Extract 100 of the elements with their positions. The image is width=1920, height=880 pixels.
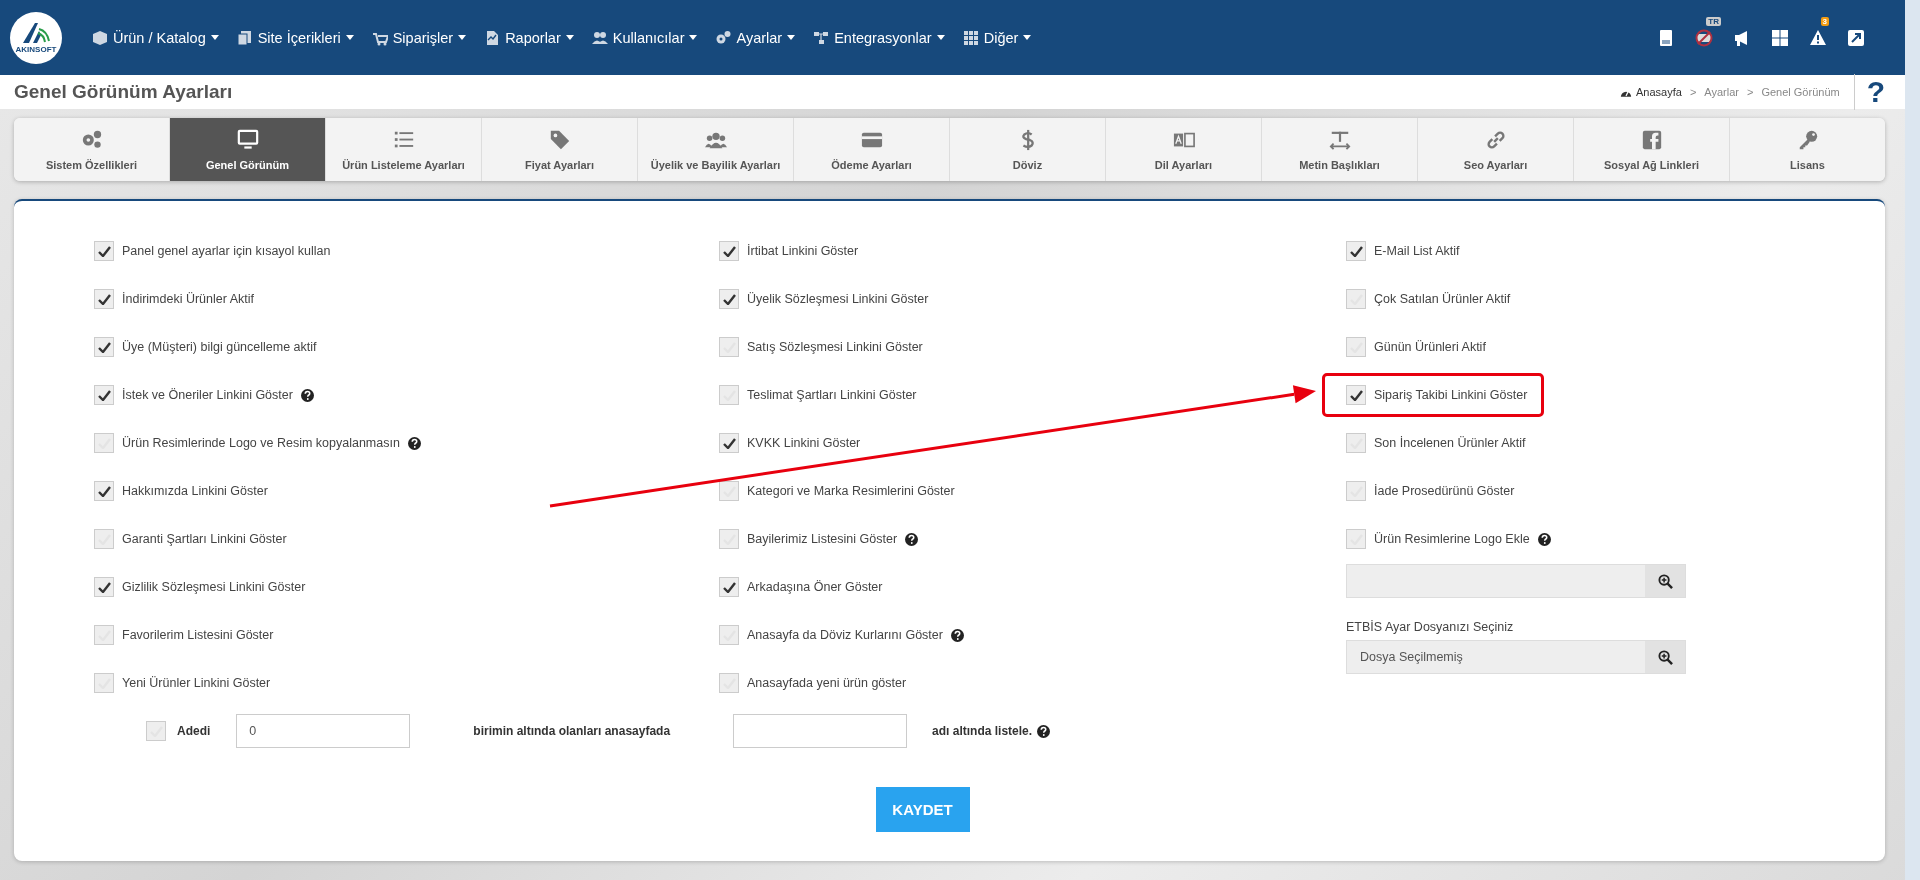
settings-tab[interactable]: Seo Ayarları [1418,118,1574,181]
checkmark-icon [722,293,736,305]
checkmark-icon [97,485,111,497]
settings-tab[interactable]: Üyelik ve Bayilik Ayarları [638,118,794,181]
help-button[interactable]: ? [1853,74,1891,110]
field-label: adı altında listele. [932,724,1033,738]
nav-menu[interactable]: Site İçerikleri [236,25,354,50]
checkmark-icon [722,581,736,593]
checkmark-icon [97,389,111,401]
checkbox[interactable] [1346,529,1366,549]
checkbox[interactable] [719,529,739,549]
caret-icon [689,35,698,40]
scrollbar[interactable] [1905,0,1920,880]
checkbox[interactable] [1346,385,1366,405]
breadcrumb-link[interactable]: Genel Görünüm [1761,86,1840,98]
checkbox[interactable] [94,481,114,501]
caret-icon [565,35,574,40]
checkbox[interactable] [94,385,114,405]
checkbox-label: Hakkımızda Linkini Göster [122,484,268,498]
checkbox[interactable] [94,577,114,597]
field-label: Adedi [177,724,211,738]
checkbox-label: Anasayfada yeni ürün göster [747,676,907,690]
checkbox[interactable] [146,721,166,741]
help-icon [300,388,314,402]
checkbox[interactable] [94,337,114,357]
external-link-icon[interactable] [1847,28,1865,47]
settings-tab[interactable]: Ürün Listeleme Ayarları [326,118,482,181]
checkbox[interactable] [94,289,114,309]
checkmark-icon [722,245,736,257]
help-icon [1537,532,1551,546]
checkmark-icon [97,581,111,593]
checkbox[interactable] [94,241,114,261]
nav-menu[interactable]: Entegrasyonlar [813,25,945,50]
logo-text: AKINSOFT [15,45,57,54]
nav-menu[interactable]: Ayarlar [715,25,796,50]
settings-tab[interactable]: Fiyat Ayarları [482,118,638,181]
checkbox[interactable] [1346,241,1366,261]
nav-menu[interactable]: Siparişler [371,25,467,50]
checkbox[interactable] [719,289,739,309]
checkbox-label: E-Mail List Aktif [1374,244,1460,258]
name-field[interactable] [733,714,908,748]
logo[interactable]: AKINSOFT [10,11,62,64]
checkbox[interactable] [719,433,739,453]
help-icon [950,628,964,642]
settings-tab[interactable]: Ödeme Ayarları [794,118,950,181]
checkbox-label: Çok Satılan Ürünler Aktif [1374,292,1511,306]
checkbox[interactable] [1346,289,1366,309]
box-icon [92,29,108,46]
checkmark-icon [1349,389,1363,401]
checkbox[interactable] [719,337,739,357]
breadcrumb-link[interactable]: Ayarlar [1704,86,1739,98]
warning-icon[interactable] [1809,28,1827,47]
checkbox[interactable] [1346,481,1366,501]
windows-icon[interactable] [1771,28,1789,47]
checkbox-label: Satış Sözleşmesi Linkini Göster [747,340,923,354]
count-field[interactable]: 0 [236,714,411,748]
help-icon [905,532,919,546]
checkbox[interactable] [719,673,739,693]
settings-tab[interactable]: Lisans [1730,118,1885,181]
gears-icon [80,128,103,151]
checkmark-icon [97,293,111,305]
breadcrumb-separator: > [1746,86,1754,98]
nav-menu[interactable]: Diğer [962,25,1032,50]
checkbox[interactable] [94,433,114,453]
checkbox-label: KVKK Linkini Göster [747,436,861,450]
checkbox-label: İrtibat Linkini Göster [747,244,859,258]
tag-icon [548,128,571,151]
checkbox-label: İndirimdeki Ürünler Aktif [122,292,254,306]
settings-tab[interactable]: Genel Görünüm [170,118,326,181]
checkbox-label: Üyelik Sözleşmesi Linkini Göster [747,292,929,306]
checkbox[interactable] [1346,337,1366,357]
checkbox-label: İstek ve Öneriler Linkini Göster [122,388,293,402]
checkbox-label: Gizlilik Sözleşmesi Linkini Göster [122,580,306,594]
settings-tab[interactable]: Sistem Özellikleri [14,118,170,181]
breadcrumb-link[interactable]: Anasayfa [1620,86,1682,98]
checkbox-label: Yeni Ürünler Linkini Göster [122,676,271,690]
settings-tab[interactable]: Sosyal Ağ Linkleri [1574,118,1730,181]
network-icon [813,29,830,46]
settings-tab[interactable]: Metin Başlıkları [1262,118,1418,181]
checkbox[interactable] [719,577,739,597]
settings-tab[interactable]: Dil Ayarları [1106,118,1262,181]
checkbox[interactable] [94,625,114,645]
book-icon[interactable] [1657,28,1675,47]
checkmark-icon [722,437,736,449]
checkbox[interactable] [719,385,739,405]
nav-menu[interactable]: Ürün / Katalog [92,25,219,50]
checkbox-label: Son İncelenen Ürünler Aktif [1374,436,1526,450]
checkbox[interactable] [1346,433,1366,453]
checkbox[interactable] [94,673,114,693]
checkbox-label: Arkadaşına Öner Göster [747,580,883,594]
checkbox-label: Anasayfa da Döviz Kurlarını Göster [747,628,943,642]
settings-tab[interactable]: Döviz [950,118,1106,181]
nav-menu[interactable]: Kullanıcılar [591,25,698,50]
page-title: Genel Görünüm Ayarları [14,81,233,103]
checkbox[interactable] [94,529,114,549]
checkbox[interactable] [719,481,739,501]
nav-menu[interactable]: Raporlar [484,25,574,50]
translate-icon[interactable] [1695,28,1713,47]
checkbox[interactable] [719,241,739,261]
checkbox[interactable] [719,625,739,645]
